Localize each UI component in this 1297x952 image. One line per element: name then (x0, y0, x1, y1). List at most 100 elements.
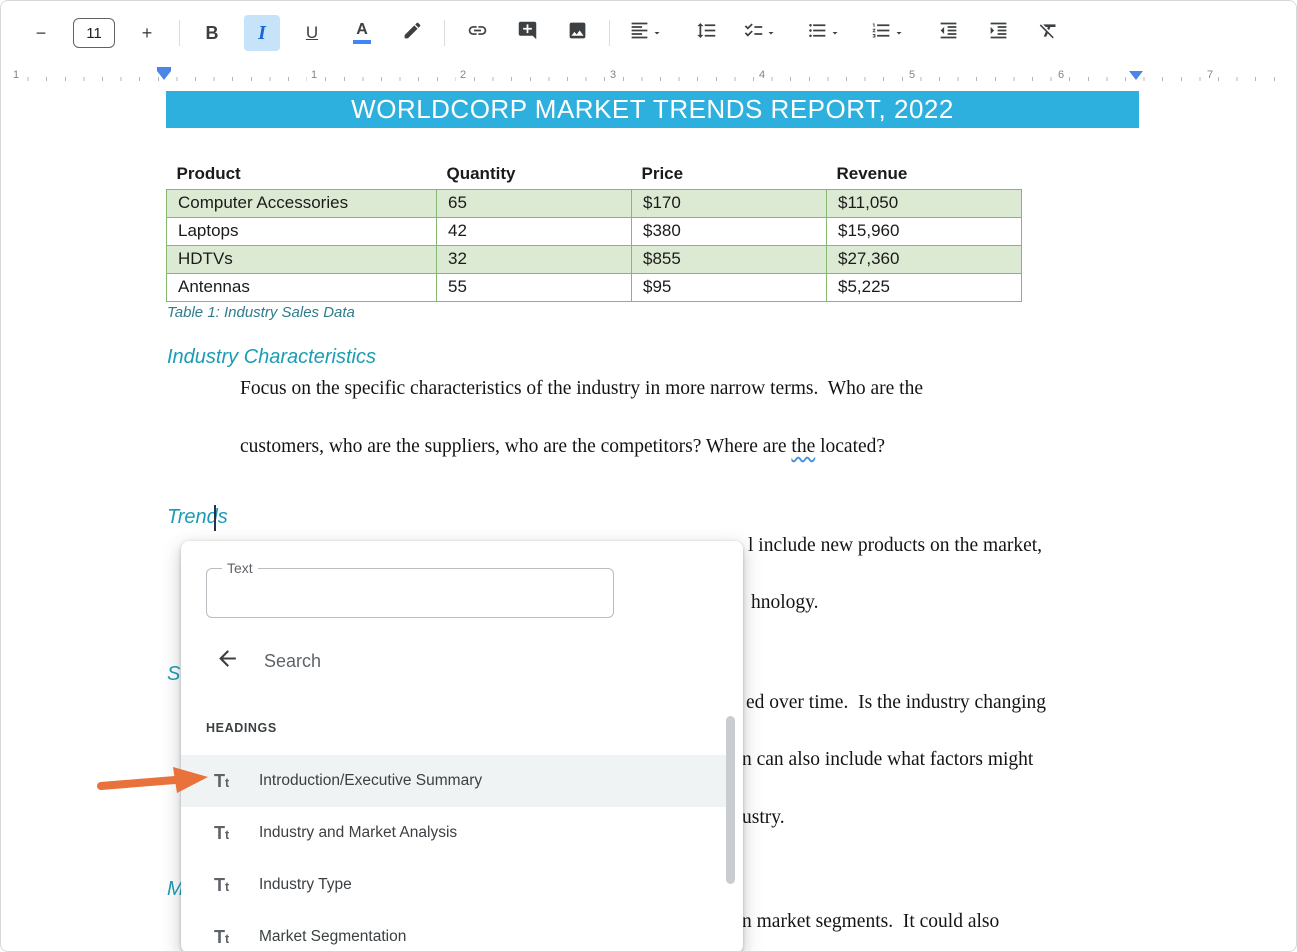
ruler-number: 7 (1203, 69, 1217, 81)
popup-scrollbar[interactable] (726, 716, 735, 884)
chevron-down-icon (650, 23, 663, 44)
list-item-label: Market Segmentation (259, 928, 406, 946)
text-cursor (214, 505, 216, 531)
bold-button[interactable]: B (194, 15, 230, 51)
left-indent-marker[interactable] (157, 67, 171, 80)
table-row: HDTVs 32 $855 $27,360 (167, 245, 1022, 273)
bulleted-list-icon (807, 20, 828, 46)
list-item-introduction-executive-summary[interactable]: Tt Introduction/Executive Summary (181, 755, 727, 807)
table-row: Antennas 55 $95 $5,225 (167, 273, 1022, 301)
bulleted-list-button[interactable] (802, 15, 852, 51)
list-item-label: Introduction/Executive Summary (259, 772, 482, 790)
line-spacing-icon (696, 20, 717, 46)
toolbar-divider (179, 20, 180, 46)
decrease-indent-button[interactable] (930, 15, 966, 51)
chevron-down-icon (892, 23, 905, 44)
table-cell[interactable]: 42 (437, 217, 632, 245)
table-cell[interactable]: $95 (632, 273, 827, 301)
numbered-list-icon (871, 20, 892, 46)
checklist-icon (743, 20, 764, 46)
table-col-header[interactable]: Quantity (437, 159, 632, 189)
highlighter-icon (402, 20, 423, 46)
list-item-market-segmentation[interactable]: Tt Market Segmentation (181, 911, 727, 952)
table-cell[interactable]: Antennas (167, 273, 437, 301)
ruler-number: 1 (9, 69, 23, 81)
numbered-list-button[interactable] (866, 15, 916, 51)
heading-style-icon: Tt (214, 823, 242, 844)
italic-button[interactable]: I (244, 15, 280, 51)
paragraph-fragment[interactable]: ed over time. Is the industry changing (746, 692, 1046, 714)
app-window: − 11 + B I U A (0, 0, 1297, 952)
table-cell[interactable]: 65 (437, 189, 632, 217)
font-size-input[interactable]: 11 (73, 18, 115, 48)
heading-trends[interactable]: Trends (167, 506, 228, 529)
table-cell[interactable]: $855 (632, 245, 827, 273)
checklist-button[interactable] (738, 15, 788, 51)
clear-formatting-button[interactable] (1030, 15, 1066, 51)
highlight-color-button[interactable] (394, 15, 430, 51)
text-color-button[interactable]: A (344, 15, 380, 51)
line-spacing-button[interactable] (688, 15, 724, 51)
increase-indent-icon (988, 20, 1009, 46)
table-cell[interactable]: $170 (632, 189, 827, 217)
right-indent-marker[interactable] (1129, 71, 1143, 80)
image-icon (567, 20, 588, 46)
paragraph-fragment[interactable]: l include new products on the market, (748, 535, 1042, 557)
ruler: 1 1 2 3 4 5 6 7 (1, 65, 1296, 87)
ruler-ticks (9, 77, 1288, 81)
table-cell[interactable]: 32 (437, 245, 632, 273)
styles-search-popup: Text Search HEADINGS Tt Introduction/Exe… (181, 541, 743, 952)
decrease-indent-icon (938, 20, 959, 46)
underline-icon: U (306, 23, 318, 43)
spellcheck-flagged-word[interactable]: the (791, 436, 815, 457)
document-title-bar[interactable]: WORLDCORP MARKET TRENDS REPORT, 2022 (166, 91, 1139, 128)
align-left-icon (629, 20, 650, 46)
align-button[interactable] (624, 15, 674, 51)
table-cell[interactable]: Laptops (167, 217, 437, 245)
table-cell[interactable]: 55 (437, 273, 632, 301)
paragraph-fragment[interactable]: n market segments. It could also (742, 911, 999, 933)
zoom-in-button[interactable]: + (129, 15, 165, 51)
table-cell[interactable]: $15,960 (827, 217, 1022, 245)
table-cell[interactable]: Computer Accessories (167, 189, 437, 217)
text-field[interactable]: Text (206, 568, 614, 618)
table-cell[interactable]: $27,360 (827, 245, 1022, 273)
underline-button[interactable]: U (294, 15, 330, 51)
ruler-number: 3 (606, 69, 620, 81)
text-input[interactable] (207, 569, 613, 617)
paragraph-line[interactable]: customers, who are the suppliers, who ar… (240, 436, 885, 458)
table-row: Computer Accessories 65 $170 $11,050 (167, 189, 1022, 217)
table-cell[interactable]: $11,050 (827, 189, 1022, 217)
increase-indent-button[interactable] (980, 15, 1016, 51)
heading-style-icon: Tt (214, 771, 242, 792)
paragraph-fragment[interactable]: n can also include what factors might (742, 749, 1033, 771)
search-row[interactable]: Search (181, 635, 743, 687)
table-row: Laptops 42 $380 $15,960 (167, 217, 1022, 245)
paragraph-fragment[interactable]: hnology. (751, 592, 819, 614)
table-cell[interactable]: $5,225 (827, 273, 1022, 301)
table-caption[interactable]: Table 1: Industry Sales Data (167, 304, 355, 321)
add-comment-button[interactable] (509, 15, 545, 51)
table-col-header[interactable]: Revenue (827, 159, 1022, 189)
insert-link-button[interactable] (459, 15, 495, 51)
table-col-header[interactable]: Product (167, 159, 437, 189)
table-col-header[interactable]: Price (632, 159, 827, 189)
table-cell[interactable]: $380 (632, 217, 827, 245)
list-item-industry-type[interactable]: Tt Industry Type (181, 859, 727, 911)
heading-industry-characteristics[interactable]: Industry Characteristics (167, 346, 376, 369)
ruler-number: 5 (905, 69, 919, 81)
font-size-value: 11 (86, 25, 102, 42)
heading-style-icon: Tt (214, 875, 242, 896)
zoom-out-button[interactable]: − (23, 15, 59, 51)
headings-section-label: HEADINGS (206, 721, 277, 735)
list-item-industry-and-market-analysis[interactable]: Tt Industry and Market Analysis (181, 807, 727, 859)
paragraph-line[interactable]: Focus on the specific characteristics of… (240, 378, 923, 400)
back-arrow-icon[interactable] (181, 646, 240, 676)
table-cell[interactable]: HDTVs (167, 245, 437, 273)
insert-image-button[interactable] (559, 15, 595, 51)
sales-table: Product Quantity Price Revenue Computer … (166, 159, 1022, 302)
heading-partial-s[interactable]: S (167, 663, 180, 686)
paragraph-fragment[interactable]: ustry. (742, 807, 785, 829)
text-color-icon: A (353, 22, 371, 44)
comment-icon (517, 20, 538, 46)
